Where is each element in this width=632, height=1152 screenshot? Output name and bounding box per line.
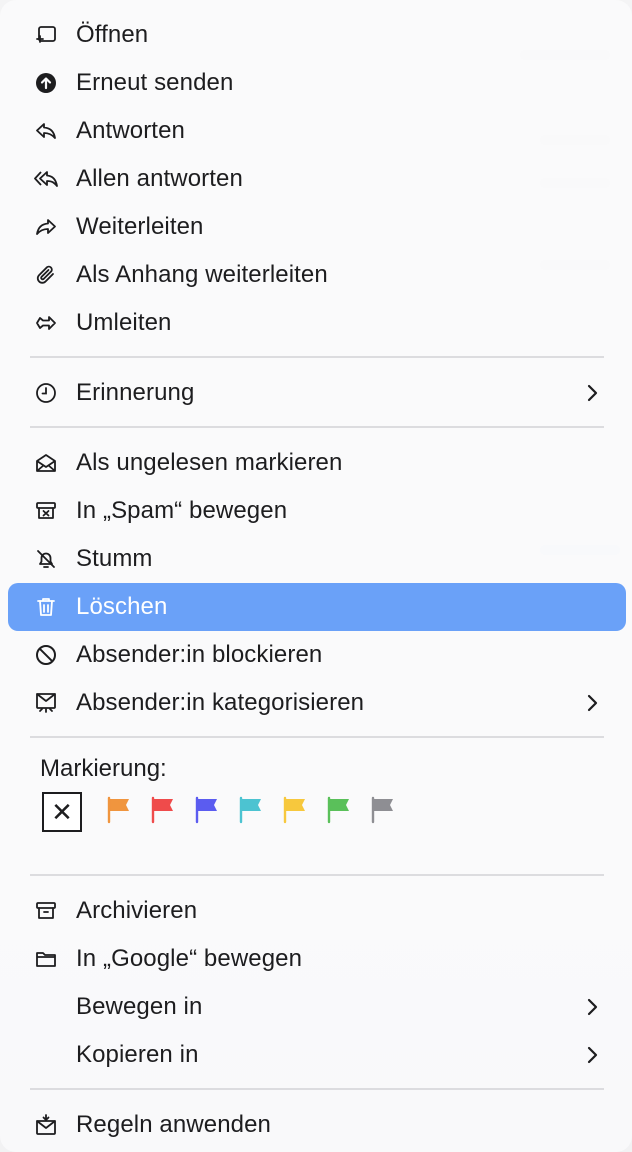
menu-separator	[30, 736, 604, 738]
resend-icon	[34, 71, 58, 95]
menu-item-label: Regeln anwenden	[76, 1111, 271, 1138]
menu-item-copy-to[interactable]: Kopieren in	[8, 1031, 626, 1079]
menu-item-forward[interactable]: Weiterleiten	[8, 203, 626, 251]
chevron-right-icon	[587, 998, 598, 1016]
menu-item-reply[interactable]: Antworten	[8, 107, 626, 155]
clear-flag-button[interactable]: ✕	[42, 792, 82, 832]
flag-teal-icon[interactable]	[238, 796, 264, 824]
menu-item-label: Absender:in kategorisieren	[76, 689, 365, 716]
reply-all-icon	[34, 167, 58, 191]
envelope-open-icon	[34, 451, 58, 475]
flag-orange-icon[interactable]	[106, 796, 132, 824]
folder-icon	[34, 947, 58, 971]
menu-item-apply-rules[interactable]: Regeln anwenden	[8, 1101, 626, 1149]
menu-item-label: Als Anhang weiterleiten	[76, 261, 328, 288]
menu-item-label: Kopieren in	[76, 1041, 199, 1068]
menu-item-label: Weiterleiten	[76, 213, 204, 240]
menu-item-label: Stumm	[76, 545, 153, 572]
menu-item-label: Archivieren	[76, 897, 198, 924]
menu-item-label: Umleiten	[76, 309, 172, 336]
menu-item-mark-unread[interactable]: Als ungelesen markieren	[8, 439, 626, 487]
menu-item-label: Absender:in blockieren	[76, 641, 323, 668]
forward-icon	[34, 215, 58, 239]
menu-item-mute[interactable]: Stumm	[8, 535, 626, 583]
menu-separator	[30, 1088, 604, 1090]
rules-envelope-icon	[34, 1113, 58, 1137]
menu-item-move-to-spam[interactable]: In „Spam“ bewegen	[8, 487, 626, 535]
menu-item-label: Erinnerung	[76, 379, 195, 406]
menu-item-redirect[interactable]: Umleiten	[8, 299, 626, 347]
menu-item-label: In „Google“ bewegen	[76, 945, 303, 972]
flag-yellow-icon[interactable]	[282, 796, 308, 824]
trash-icon	[34, 595, 58, 619]
menu-item-move-to[interactable]: Bewegen in	[8, 983, 626, 1031]
flag-purple-icon[interactable]	[194, 796, 220, 824]
menu-separator	[30, 874, 604, 876]
flag-section-label: Markierung:	[40, 755, 167, 782]
menu-item-label: Allen antworten	[76, 165, 243, 192]
context-menu: Öffnen Erneut senden Antworten Allen ant…	[0, 0, 632, 1152]
block-icon	[34, 643, 58, 667]
spam-box-icon	[34, 499, 58, 523]
menu-item-categorize-sender[interactable]: Absender:in kategorisieren	[8, 679, 626, 727]
menu-item-open[interactable]: Öffnen	[8, 11, 626, 59]
menu-item-label: Öffnen	[76, 21, 149, 48]
flag-green-icon[interactable]	[326, 796, 352, 824]
open-window-icon	[34, 23, 58, 47]
chevron-right-icon	[587, 384, 598, 402]
chevron-right-icon	[587, 1046, 598, 1064]
categorize-icon	[34, 691, 58, 715]
redirect-icon	[34, 311, 58, 335]
flag-gray-icon[interactable]	[370, 796, 396, 824]
menu-item-resend[interactable]: Erneut senden	[8, 59, 626, 107]
menu-item-reminder[interactable]: Erinnerung	[8, 369, 626, 417]
archive-box-icon	[34, 899, 58, 923]
menu-item-label: Als ungelesen markieren	[76, 449, 343, 476]
menu-item-delete[interactable]: Löschen	[8, 583, 626, 631]
menu-item-reply-all[interactable]: Allen antworten	[8, 155, 626, 203]
menu-separator	[30, 356, 604, 358]
flag-red-icon[interactable]	[150, 796, 176, 824]
menu-item-label: Bewegen in	[76, 993, 203, 1020]
chevron-right-icon	[587, 694, 598, 712]
menu-item-label: Löschen	[76, 593, 168, 620]
menu-item-block-sender[interactable]: Absender:in blockieren	[8, 631, 626, 679]
menu-item-label: In „Spam“ bewegen	[76, 497, 288, 524]
menu-item-label: Antworten	[76, 117, 185, 144]
menu-item-move-to-google[interactable]: In „Google“ bewegen	[8, 935, 626, 983]
menu-item-archive[interactable]: Archivieren	[8, 887, 626, 935]
menu-separator	[30, 426, 604, 428]
menu-item-forward-as-attachment[interactable]: Als Anhang weiterleiten	[8, 251, 626, 299]
bell-slash-icon	[34, 547, 58, 571]
paperclip-icon	[34, 263, 58, 287]
reply-icon	[34, 119, 58, 143]
menu-item-label: Erneut senden	[76, 69, 234, 96]
close-icon: ✕	[51, 797, 73, 827]
clock-icon	[34, 381, 58, 405]
